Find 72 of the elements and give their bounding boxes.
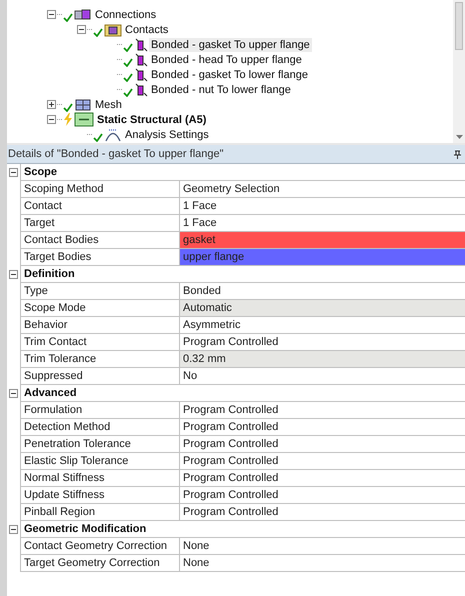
property-name: Target Geometry Correction xyxy=(20,555,180,572)
tree-item[interactable]: Static Structural (A5) xyxy=(95,112,208,126)
property-value[interactable]: None xyxy=(180,555,465,572)
property-value[interactable]: gasket xyxy=(180,232,465,249)
section-header: Advanced xyxy=(20,385,465,402)
property-name: Scope Mode xyxy=(20,300,180,317)
property-name: Contact xyxy=(20,198,180,215)
property-value[interactable]: Program Controlled xyxy=(180,504,465,521)
collapse-icon[interactable] xyxy=(9,525,18,534)
property-name: Trim Contact xyxy=(20,334,180,351)
property-name: Normal Stiffness xyxy=(20,470,180,487)
folder-icon xyxy=(104,22,122,36)
property-value[interactable]: 1 Face xyxy=(180,198,465,215)
collapse-icon[interactable] xyxy=(9,389,18,398)
panel-title: Details of "Bonded - gasket To upper flange" xyxy=(8,146,225,162)
property-name: Pinball Region xyxy=(20,504,180,521)
collapse-icon[interactable] xyxy=(47,115,56,124)
expand-icon[interactable] xyxy=(47,100,56,109)
scrollbar-thumb[interactable] xyxy=(455,2,463,50)
contact-pair-icon xyxy=(134,82,148,96)
property-value[interactable]: 0.32 mm xyxy=(180,351,465,368)
property-name: Update Stiffness xyxy=(20,487,180,504)
tree-item[interactable]: Mesh xyxy=(93,98,124,112)
property-name: Behavior xyxy=(20,317,180,334)
scroll-down-icon[interactable] xyxy=(456,135,462,140)
property-name: Formulation xyxy=(20,402,180,419)
property-value[interactable]: Automatic xyxy=(180,300,465,317)
tree-item[interactable]: Bonded - gasket To lower flange xyxy=(149,68,310,82)
property-value[interactable]: Program Controlled xyxy=(180,402,465,419)
property-name: Scoping Method xyxy=(20,181,180,198)
property-value[interactable]: upper flange xyxy=(180,249,465,266)
property-value[interactable]: Program Controlled xyxy=(180,453,465,470)
tree-item[interactable]: Bonded - nut To lower flange xyxy=(149,82,293,96)
cubes-icon xyxy=(74,8,92,22)
property-value[interactable]: No xyxy=(180,368,465,385)
collapse-icon[interactable] xyxy=(9,168,18,177)
property-name: Detection Method xyxy=(20,419,180,436)
property-value[interactable]: Program Controlled xyxy=(180,436,465,453)
property-name: Contact Geometry Correction xyxy=(20,538,180,555)
folder-icon xyxy=(74,112,94,127)
collapse-icon[interactable] xyxy=(9,270,18,279)
curve-icon xyxy=(104,128,122,142)
pin-icon[interactable] xyxy=(454,150,461,158)
property-name: Elastic Slip Tolerance xyxy=(20,453,180,470)
section-header: Definition xyxy=(20,266,465,283)
contact-pair-icon xyxy=(134,52,148,66)
property-name: Target xyxy=(20,215,180,232)
mesh-icon xyxy=(74,98,92,112)
property-value[interactable]: Program Controlled xyxy=(180,419,465,436)
property-name: Trim Tolerance xyxy=(20,351,180,368)
property-value[interactable]: Geometry Selection xyxy=(180,181,465,198)
tree-item[interactable]: Bonded - gasket To upper flange xyxy=(149,38,312,52)
contact-pair-icon xyxy=(134,68,148,82)
property-value[interactable]: None xyxy=(180,538,465,555)
tree-item[interactable]: Contacts xyxy=(123,22,170,36)
property-name: Contact Bodies xyxy=(20,232,180,249)
property-value[interactable]: Asymmetric xyxy=(180,317,465,334)
section-header: Geometric Modification xyxy=(20,521,465,538)
collapse-icon[interactable] xyxy=(77,25,86,34)
contact-pair-icon xyxy=(134,38,148,52)
property-value[interactable]: Program Controlled xyxy=(180,470,465,487)
collapse-icon[interactable] xyxy=(47,10,56,19)
property-value[interactable]: Program Controlled xyxy=(180,487,465,504)
property-name: Type xyxy=(20,283,180,300)
property-name: Suppressed xyxy=(20,368,180,385)
scrollbar[interactable] xyxy=(453,0,465,143)
tree-item[interactable]: Bonded - head To upper flange xyxy=(149,52,304,66)
tree-item[interactable]: Connections xyxy=(93,8,158,22)
tree-item[interactable]: Analysis Settings xyxy=(123,128,211,142)
section-header: Scope xyxy=(20,164,465,181)
property-name: Target Bodies xyxy=(20,249,180,266)
property-name: Penetration Tolerance xyxy=(20,436,180,453)
